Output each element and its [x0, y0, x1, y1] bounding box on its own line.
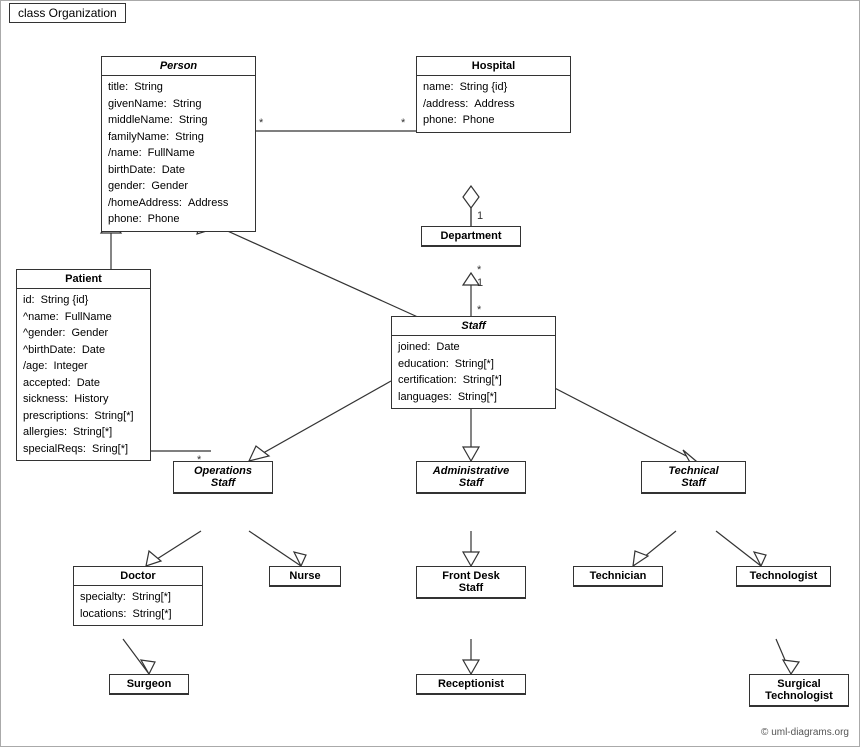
svg-text:*: * [259, 117, 264, 129]
doctor-class: Doctor specialty:String[*] locations:Str… [73, 566, 203, 626]
patient-attrs: id:String {id} ^name:FullName ^gender:Ge… [17, 289, 150, 460]
svg-text:*: * [477, 304, 482, 316]
doctor-attrs: specialty:String[*] locations:String[*] [74, 586, 202, 625]
nurse-class: Nurse [269, 566, 341, 587]
hospital-attrs: name:String {id} /address:Address phone:… [417, 76, 570, 132]
operations-staff-title: Operations Staff [174, 462, 272, 493]
svg-text:1: 1 [477, 210, 483, 222]
staff-attrs: joined:Date education:String[*] certific… [392, 336, 555, 408]
staff-class: Staff joined:Date education:String[*] ce… [391, 316, 556, 409]
nurse-title: Nurse [270, 567, 340, 586]
technologist-title: Technologist [737, 567, 830, 586]
department-title: Department [422, 227, 520, 246]
technician-class: Technician [573, 566, 663, 587]
department-class: Department [421, 226, 521, 247]
receptionist-class: Receptionist [416, 674, 526, 695]
operations-staff-class: Operations Staff [173, 461, 273, 494]
patient-title: Patient [17, 270, 150, 289]
person-class: Person title:String givenName:String mid… [101, 56, 256, 232]
hospital-title: Hospital [417, 57, 570, 76]
person-title: Person [102, 57, 255, 76]
surgical-technologist-class: Surgical Technologist [749, 674, 849, 707]
technical-staff-title: Technical Staff [642, 462, 745, 493]
diagram-container: class Organization * * 1 * 1 * * * [0, 0, 860, 747]
technical-staff-class: Technical Staff [641, 461, 746, 494]
diagram-title: class Organization [9, 3, 126, 23]
administrative-staff-title: Administrative Staff [417, 462, 525, 493]
svg-text:*: * [477, 264, 482, 276]
person-attrs: title:String givenName:String middleName… [102, 76, 255, 231]
front-desk-staff-title: Front Desk Staff [417, 567, 525, 598]
copyright: © uml-diagrams.org [761, 727, 849, 738]
svg-text:1: 1 [477, 277, 483, 289]
technician-title: Technician [574, 567, 662, 586]
administrative-staff-class: Administrative Staff [416, 461, 526, 494]
front-desk-staff-class: Front Desk Staff [416, 566, 526, 599]
surgical-technologist-title: Surgical Technologist [750, 675, 848, 706]
svg-text:*: * [401, 117, 406, 129]
hospital-class: Hospital name:String {id} /address:Addre… [416, 56, 571, 133]
doctor-title: Doctor [74, 567, 202, 586]
staff-title: Staff [392, 317, 555, 336]
patient-class: Patient id:String {id} ^name:FullName ^g… [16, 269, 151, 461]
surgeon-title: Surgeon [110, 675, 188, 694]
technologist-class: Technologist [736, 566, 831, 587]
receptionist-title: Receptionist [417, 675, 525, 694]
surgeon-class: Surgeon [109, 674, 189, 695]
